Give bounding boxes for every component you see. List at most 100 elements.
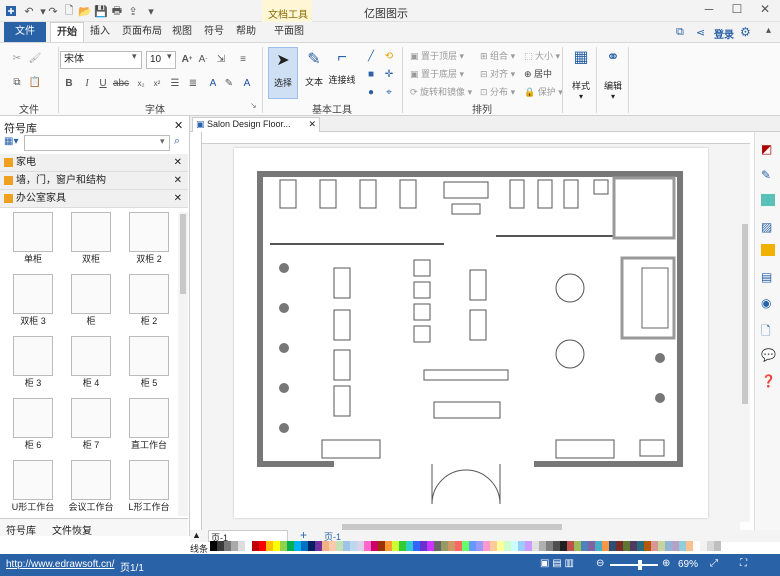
color-swatch[interactable] (525, 541, 532, 551)
color-swatch[interactable] (490, 541, 497, 551)
drawing-canvas[interactable] (202, 144, 740, 522)
rectangle-icon[interactable]: ■ (364, 67, 378, 81)
color-swatch[interactable] (315, 541, 322, 551)
undo-icon[interactable]: ↶ (22, 4, 36, 18)
collapse-ribbon-icon[interactable]: ▴ (766, 25, 771, 36)
close-icon[interactable]: ✕ (174, 190, 182, 208)
format-painter-icon[interactable]: 🖌 (28, 51, 42, 65)
library-menu-icon[interactable]: ▦▾ (4, 136, 22, 150)
send-to-back-button[interactable]: ▣ 置于底层 ▾ (410, 67, 464, 80)
color-swatch[interactable] (441, 541, 448, 551)
color-swatch[interactable] (343, 541, 350, 551)
zoom-in-icon[interactable]: ⊕ (662, 558, 670, 569)
rotate-mirror-button[interactable]: ⟳ 旋转和镜像 ▾ (410, 85, 472, 98)
italic-icon[interactable]: I (80, 76, 94, 90)
color-swatch[interactable] (280, 541, 287, 551)
color-swatch[interactable] (231, 541, 238, 551)
color-swatch[interactable] (497, 541, 504, 551)
align-icon[interactable]: ≣ (186, 76, 200, 90)
text-color-icon[interactable]: A (240, 76, 254, 90)
color-swatch[interactable] (224, 541, 231, 551)
color-swatch[interactable] (364, 541, 371, 551)
protect-button[interactable]: 🔒 保护 ▾ (524, 85, 563, 98)
distribute-button[interactable]: ⊡ 分布 ▾ (480, 85, 515, 98)
tab-view[interactable]: 视图 (166, 22, 198, 42)
color-swatch[interactable] (644, 541, 651, 551)
tab-help[interactable]: 帮助 (230, 22, 262, 42)
comment-icon[interactable]: 💬 (761, 348, 776, 362)
symbol-item[interactable]: 双柜 2 (120, 212, 178, 265)
category-office-furniture[interactable]: 办公室家具 ✕ (0, 190, 188, 208)
select-tool-button[interactable]: ➤ 选择 (268, 47, 298, 99)
symbol-item[interactable]: 双柜 (62, 212, 120, 265)
color-swatch[interactable] (217, 541, 224, 551)
color-swatch[interactable] (581, 541, 588, 551)
symbol-item[interactable]: 会议工作台 (62, 460, 120, 513)
color-swatch[interactable] (273, 541, 280, 551)
color-swatch[interactable] (329, 541, 336, 551)
zoom-slider[interactable] (610, 560, 658, 570)
color-swatch[interactable] (714, 541, 721, 551)
color-swatch[interactable] (462, 541, 469, 551)
color-swatch[interactable] (532, 541, 539, 551)
redo-icon[interactable]: ↷ (46, 4, 60, 18)
color-palette[interactable] (210, 541, 721, 551)
color-swatch[interactable] (252, 541, 259, 551)
color-swatch[interactable] (392, 541, 399, 551)
tab-home[interactable]: 开始 (50, 22, 84, 42)
sidebar-scrollbar[interactable] (178, 212, 188, 516)
color-swatch[interactable] (399, 541, 406, 551)
color-swatch[interactable] (371, 541, 378, 551)
color-swatch[interactable] (588, 541, 595, 551)
export-share-icon[interactable]: ⧉ (676, 26, 684, 39)
color-swatch[interactable] (546, 541, 553, 551)
picture-icon[interactable]: ▨ (761, 220, 772, 234)
cut-icon[interactable]: ✂ (10, 51, 24, 65)
add-page-icon[interactable]: + (300, 528, 307, 542)
fill-icon[interactable]: ◩ (761, 142, 772, 156)
close-icon[interactable]: ✕ (174, 172, 182, 190)
export-icon[interactable]: ⇪ (126, 4, 140, 18)
color-swatch[interactable] (637, 541, 644, 551)
color-swatch[interactable] (455, 541, 462, 551)
color-swatch[interactable] (336, 541, 343, 551)
text-tool-button[interactable]: ✎ 文本 (300, 47, 328, 99)
color-swatch[interactable] (406, 541, 413, 551)
color-swatch[interactable] (553, 541, 560, 551)
color-swatch[interactable] (259, 541, 266, 551)
edit-button[interactable]: ⚭ 编辑 ▾ (598, 47, 628, 101)
symbol-item[interactable]: 直工作台 (120, 398, 178, 451)
font-family-select[interactable]: 宋体 (60, 51, 142, 69)
symbol-item[interactable]: 双柜 3 (4, 274, 62, 327)
color-swatch[interactable] (630, 541, 637, 551)
color-swatch[interactable] (287, 541, 294, 551)
document-tab[interactable]: ▣ Salon Design Floor... ✕ (192, 117, 320, 132)
help-icon[interactable]: ❓ (761, 374, 776, 388)
color-swatch[interactable] (567, 541, 574, 551)
ellipse-icon[interactable]: ● (364, 85, 378, 99)
attachment-icon[interactable]: 🗋 (761, 322, 771, 343)
symbol-item[interactable]: 柜 5 (120, 336, 178, 389)
symbol-item[interactable]: 单柜 (4, 212, 62, 265)
curve-icon[interactable]: ⟲ (382, 49, 396, 63)
crosshair-icon[interactable]: ✛ (382, 67, 396, 81)
search-icon[interactable]: ⌕ (174, 135, 180, 148)
color-swatch[interactable] (385, 541, 392, 551)
color-swatch[interactable] (539, 541, 546, 551)
hyperlink-icon[interactable]: ◉ (761, 296, 771, 310)
maximize-icon[interactable]: ☐ (728, 2, 746, 20)
close-icon[interactable]: ✕ (308, 118, 316, 131)
new-icon[interactable]: 🗋 (62, 4, 76, 18)
line-style-icon[interactable]: ✎ (761, 168, 771, 182)
color-swatch[interactable] (238, 541, 245, 551)
text-direction-icon[interactable]: ⇲ (214, 52, 228, 66)
group-button[interactable]: ⊞ 组合 ▾ (480, 49, 515, 62)
color-swatch[interactable] (350, 541, 357, 551)
website-link[interactable]: http://www.edrawsoft.cn/ (6, 559, 114, 570)
color-swatch[interactable] (301, 541, 308, 551)
fullscreen-icon[interactable]: ⛶ (740, 558, 747, 569)
close-icon[interactable]: ✕ (174, 119, 183, 132)
color-swatch[interactable] (574, 541, 581, 551)
chevron-down-icon[interactable]: ▾ (167, 51, 172, 62)
color-swatch[interactable] (469, 541, 476, 551)
